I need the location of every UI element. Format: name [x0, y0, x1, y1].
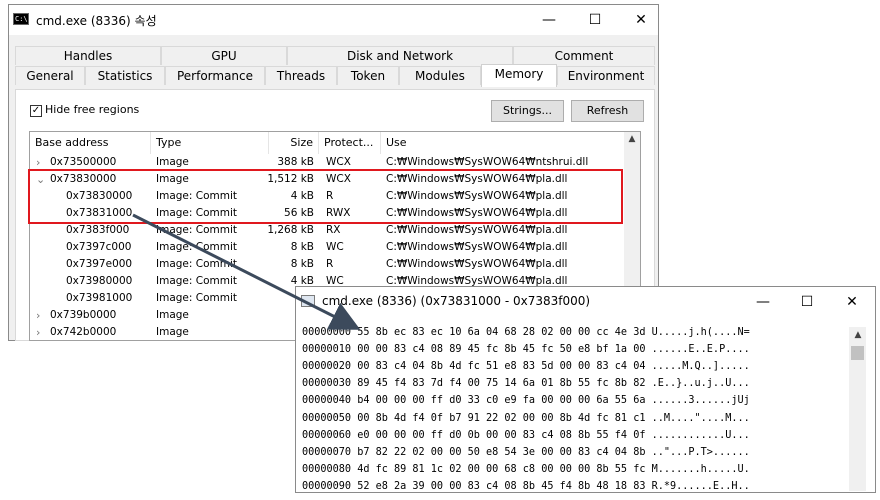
tab-row-top: Handles GPU Disk and Network Comment [15, 46, 655, 66]
type-cell: Image: Commit [156, 258, 238, 270]
scroll-up-arrow-icon[interactable]: ▲ [624, 134, 640, 144]
column-header-protection[interactable]: Protect... [319, 132, 381, 154]
tab-disk-and-network[interactable]: Disk and Network [287, 46, 513, 65]
type-cell: Image: Commit [156, 241, 238, 253]
protection-cell: RX [326, 224, 341, 236]
hide-free-regions-label[interactable]: Hide free regions [45, 103, 139, 116]
hex-line: 00000040 b4 00 00 00 ff d0 33 c0 e9 fa 0… [302, 395, 750, 407]
expander-icon: › [36, 326, 41, 339]
tab-threads[interactable]: Threads [265, 66, 337, 85]
base-address-cell: 0x73980000 [66, 275, 133, 287]
minimize-button[interactable]: — [526, 5, 572, 35]
refresh-button[interactable]: Refresh [571, 100, 644, 122]
hex-line: 00000090 52 e8 2a 39 00 00 83 c4 08 8b 4… [302, 480, 750, 491]
tab-environment[interactable]: Environment [557, 66, 655, 85]
size-cell: 8 kB [290, 258, 314, 270]
tab-memory[interactable]: Memory [481, 64, 557, 87]
column-header-base-address[interactable]: Base address [30, 132, 151, 154]
base-address-cell: 0x73981000 [66, 292, 133, 304]
tab-token[interactable]: Token [337, 66, 399, 85]
memory-viewer-window: cmd.exe (8336) (0x73831000 - 0x7383f000)… [295, 286, 876, 493]
size-cell: 1,268 kB [267, 224, 314, 236]
table-row[interactable]: 0x7397e000 Image: Commit 8 kB R C:₩Windows₩S… [30, 256, 626, 273]
column-header-size[interactable]: Size [269, 132, 319, 154]
tab-row-bottom: General Statistics Performance Threads T… [15, 64, 655, 87]
type-cell: Image [156, 326, 189, 338]
type-cell: Image: Commit [156, 275, 238, 287]
hex-line: 00000010 00 00 83 c4 08 89 45 fc 8b 45 f… [302, 344, 750, 356]
hide-free-regions-checkbox[interactable]: ✓ [30, 105, 42, 117]
tab-general[interactable]: General [15, 66, 85, 85]
tab-modules[interactable]: Modules [399, 66, 481, 85]
use-cell: C:₩Windows₩SysWOW64₩pla.dll [386, 241, 568, 253]
hex-line: 00000080 4d fc 89 81 1c 02 00 00 68 c8 0… [302, 463, 750, 475]
use-cell: C:₩Windows₩SysWOW64₩pla.dll [386, 224, 568, 236]
use-cell: C:₩Windows₩SysWOW64₩pla.dll [386, 258, 568, 270]
base-address-cell: 0x7397e000 [66, 258, 133, 270]
protection-cell: R [326, 258, 334, 270]
memory-minimize-button[interactable]: — [740, 287, 786, 317]
table-row[interactable]: 0x7383f000 Image: Commit 1,268 kB RX C:₩Wind… [30, 222, 626, 239]
hex-line: 00000050 00 8b 4d f4 0f b7 91 22 02 00 0… [302, 412, 750, 424]
table-row[interactable]: 0x7397c000 Image: Commit 8 kB WC C:₩Windows₩… [30, 239, 626, 256]
hex-dump-view[interactable]: 00000000 55 8b ec 83 ec 10 6a 04 68 28 0… [299, 325, 849, 491]
hex-line: 00000020 00 83 c4 04 8b 4d fc 51 e8 83 5… [302, 361, 750, 373]
tab-gpu[interactable]: GPU [161, 46, 287, 65]
tab-performance[interactable]: Performance [165, 66, 265, 85]
hex-line: 00000070 b7 82 22 02 00 00 50 e8 54 3e 0… [302, 446, 750, 458]
base-address-cell: 0x739b0000 [50, 309, 117, 321]
close-button[interactable]: ✕ [618, 5, 664, 35]
memory-close-button[interactable]: ✕ [829, 287, 875, 317]
window-icon [301, 295, 315, 307]
protection-cell: WC [326, 241, 344, 253]
hex-line: 00000030 89 45 f4 83 7d f4 00 75 14 6a 0… [302, 378, 750, 390]
strings-button[interactable]: Strings... [491, 100, 564, 122]
memory-title-bar[interactable]: cmd.exe (8336) (0x73831000 - 0x7383f000)… [296, 287, 875, 317]
hex-line: 00000000 55 8b ec 83 ec 10 6a 04 68 28 0… [302, 327, 750, 338]
base-address-cell: 0x7383f000 [66, 224, 130, 236]
hex-scrollbar[interactable]: ▲ [849, 327, 866, 491]
hex-scroll-thumb[interactable] [851, 346, 864, 360]
tab-statistics[interactable]: Statistics [85, 66, 165, 85]
title-bar[interactable]: C:\ cmd.exe (8336) 속성 — ☐ ✕ [9, 5, 658, 35]
memory-window-title: cmd.exe (8336) (0x73831000 - 0x7383f000) [322, 294, 591, 308]
size-cell: 8 kB [290, 241, 314, 253]
type-cell: Image [156, 309, 189, 321]
base-address-cell: 0x742b0000 [50, 326, 117, 338]
column-header-type[interactable]: Type [151, 132, 269, 154]
type-cell: Image: Commit [156, 224, 238, 236]
memory-maximize-button[interactable]: ☐ [784, 287, 830, 317]
cmd-app-icon: C:\ [13, 13, 29, 25]
maximize-button[interactable]: ☐ [572, 5, 618, 35]
expander-icon: › [36, 309, 41, 322]
window-title: cmd.exe (8336) 속성 [36, 14, 157, 28]
type-cell: Image: Commit [156, 292, 238, 304]
column-header-use[interactable]: Use [381, 132, 626, 154]
base-address-cell: 0x7397c000 [66, 241, 132, 253]
tab-handles[interactable]: Handles [15, 46, 161, 65]
highlight-box-pla-dll [28, 169, 623, 224]
hex-scroll-up-icon[interactable]: ▲ [850, 330, 866, 340]
hex-line: 00000060 e0 00 00 00 ff d0 0b 00 00 83 c… [302, 429, 750, 441]
tab-comment[interactable]: Comment [513, 46, 655, 65]
